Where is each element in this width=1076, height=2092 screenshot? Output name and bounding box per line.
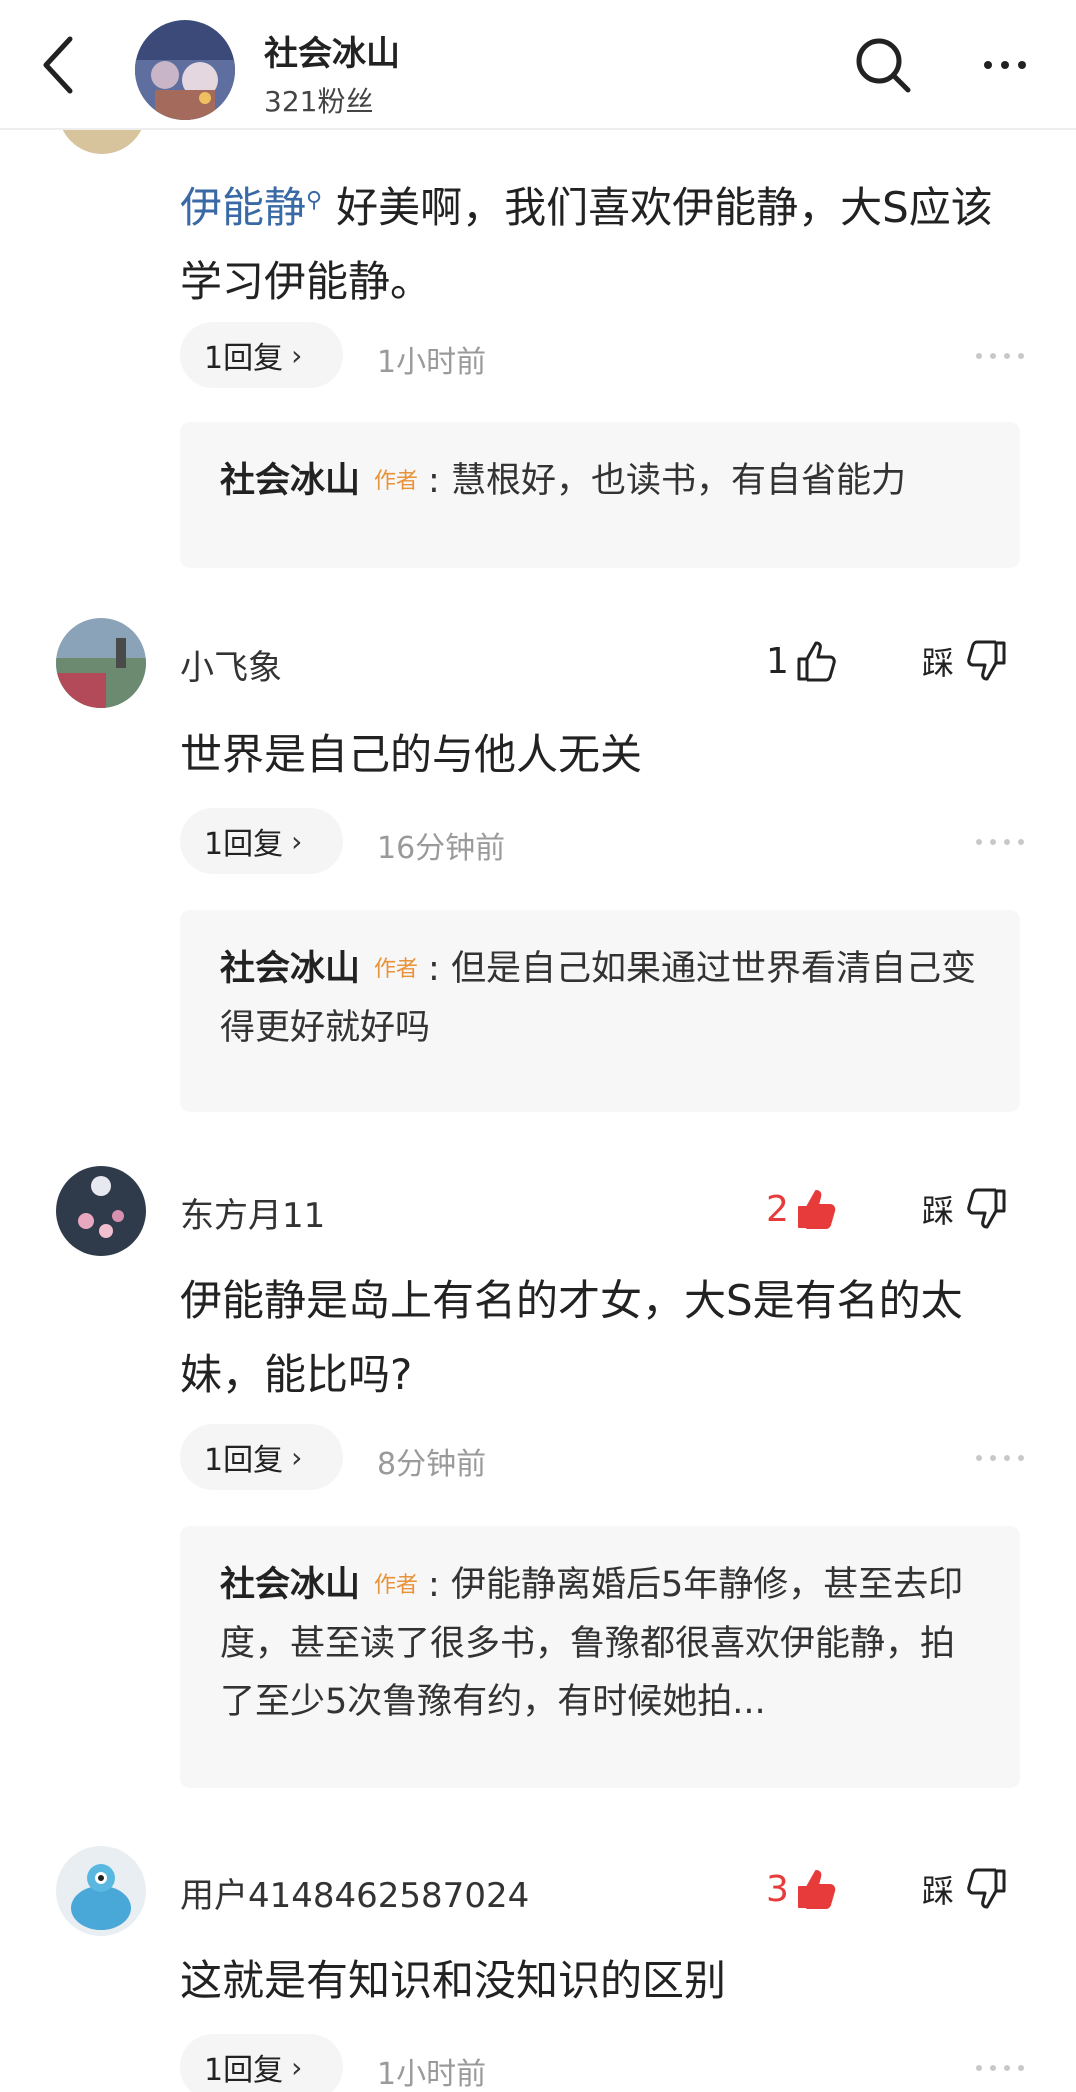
- author-avatar[interactable]: [135, 20, 235, 120]
- author-reply[interactable]: 社会冰山 作者: 慧根好，也读书，有自省能力: [180, 422, 1020, 568]
- comment-time: 1小时前: [377, 2057, 487, 2092]
- comment-text: 这就是有知识和没知识的区别: [180, 1956, 727, 2005]
- search-icon: [856, 38, 911, 93]
- author-reply[interactable]: 社会冰山 作者: 伊能静离婚后5年静修，甚至去印度，甚至读了很多书，鲁豫都很喜欢伊…: [180, 1526, 1020, 1788]
- comment-more-button[interactable]: [976, 832, 1026, 852]
- like-button[interactable]: 2: [766, 1184, 856, 1234]
- dislike-button[interactable]: 踩: [922, 636, 1032, 686]
- author-tag: 作者: [374, 957, 419, 982]
- back-arrow-icon: [43, 36, 73, 94]
- author-tag: 作者: [374, 1573, 419, 1598]
- chevron-right-icon: ›: [291, 824, 303, 858]
- comment-text: 伊能静是岛上有名的才女，大S是有名的太妹，能比吗?: [180, 1276, 963, 1399]
- comment-time: 8分钟前: [377, 1447, 487, 1482]
- comment-time: 1小时前: [377, 345, 487, 380]
- thumb-down-icon: [967, 640, 1006, 681]
- avatar[interactable]: [56, 1846, 146, 1936]
- chevron-right-icon: ›: [291, 1440, 303, 1474]
- fan-count: 321粉丝: [264, 85, 374, 118]
- like-button[interactable]: 3: [766, 1864, 856, 1914]
- comment-more-button[interactable]: [976, 1448, 1026, 1468]
- thumb-up-icon: [797, 1190, 836, 1229]
- author-tag: 作者: [374, 469, 419, 494]
- dislike-button[interactable]: 踩: [922, 1184, 1032, 1234]
- comment-more-button[interactable]: [976, 2058, 1026, 2078]
- avatar[interactable]: [56, 1166, 146, 1256]
- comment-time: 16分钟前: [377, 831, 506, 866]
- avatar[interactable]: [56, 618, 146, 708]
- chevron-right-icon: ›: [291, 338, 303, 372]
- like-button[interactable]: 1: [766, 636, 856, 686]
- back-button[interactable]: [28, 30, 88, 100]
- comment-text: 世界是自己的与他人无关: [180, 730, 643, 779]
- commenter-name[interactable]: 小飞象: [180, 640, 282, 689]
- comment-text: 伊能静⚲ 好美啊，我们喜欢伊能静，大S应该学习伊能静。: [180, 183, 993, 306]
- reply-count-button[interactable]: 1回复 ›: [180, 2034, 343, 2092]
- search-icon: ⚲: [306, 188, 323, 213]
- author-name[interactable]: 社会冰山: [264, 26, 400, 75]
- reply-count-button[interactable]: 1回复 ›: [180, 1424, 343, 1490]
- more-icon[interactable]: [972, 32, 1038, 98]
- reply-count-button[interactable]: 1回复 ›: [180, 808, 343, 874]
- dislike-button[interactable]: 踩: [922, 1864, 1032, 1914]
- chevron-right-icon: ›: [291, 2050, 303, 2084]
- commenter-name[interactable]: 东方月11: [180, 1188, 325, 1237]
- search-button[interactable]: [850, 32, 916, 98]
- thumb-down-icon: [967, 1188, 1006, 1229]
- thumb-down-icon: [967, 1868, 1006, 1909]
- author-reply[interactable]: 社会冰山 作者: 但是自己如果通过世界看清自己变得更好就好吗: [180, 910, 1020, 1112]
- commenter-name[interactable]: 用户4148462587024: [180, 1868, 529, 1917]
- top-bar: 社会冰山 321粉丝: [0, 0, 1076, 130]
- mention-link[interactable]: 伊能静: [180, 183, 306, 232]
- comment-more-button[interactable]: [976, 346, 1026, 366]
- reply-count-button[interactable]: 1回复 ›: [180, 322, 343, 388]
- thumb-up-icon: [797, 641, 836, 682]
- thumb-up-icon: [797, 1870, 836, 1909]
